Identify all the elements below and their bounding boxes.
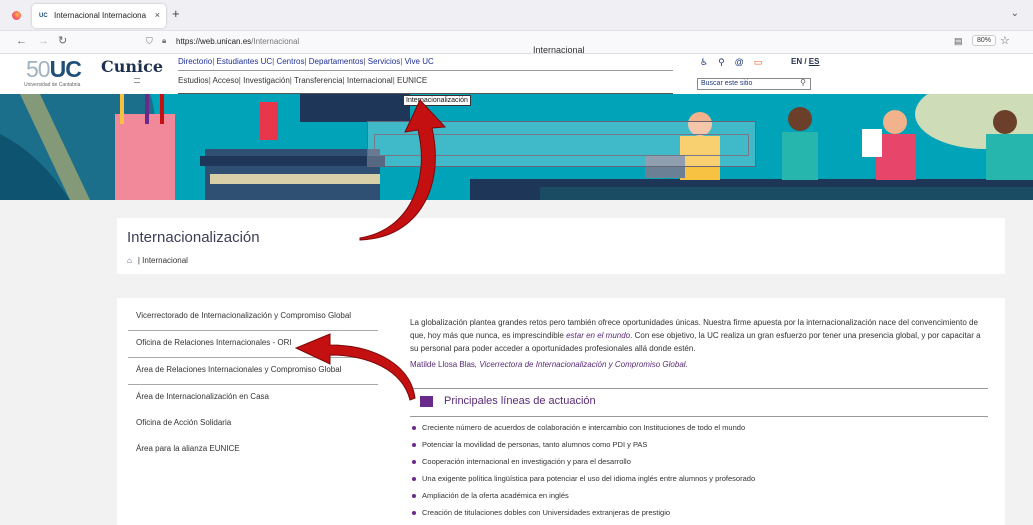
link-centros[interactable]: Centros [276, 57, 304, 66]
list-item: Cooperación internacional en investigaci… [410, 456, 990, 473]
list-item-text: Ampliación de la oferta académica en ing… [422, 491, 569, 500]
sidebar-item-eunice[interactable]: Área para la alianza EUNICE [128, 437, 378, 463]
chevron-down-icon[interactable]: ⌄ [1011, 8, 1019, 19]
browser-tab[interactable]: UC Internacional Internacionalizaci × [32, 4, 166, 28]
uc-favicon-icon: UC [39, 11, 49, 21]
nav-internacional[interactable]: Internacional [347, 76, 393, 85]
banner-title-frame [367, 121, 756, 167]
url-path: /Internacional [251, 37, 300, 46]
accessibility-icon[interactable]: ♿︎ [700, 57, 708, 67]
url-text[interactable]: https://web.unican.es/Internacional [176, 37, 299, 46]
shield-icon[interactable]: ⛉ [146, 36, 153, 47]
home-icon[interactable]: ⌂ [127, 256, 132, 265]
list-item: Creciente número de acuerdos de colabora… [410, 422, 990, 439]
list-item: Potenciar la movilidad de personas, tant… [410, 439, 990, 456]
back-icon[interactable]: ← [16, 35, 27, 47]
link-vive-uc[interactable]: Vive UC [405, 57, 434, 66]
list-item-text: Potenciar la movilidad de personas, tant… [422, 440, 648, 449]
author-role: , Vicerrectora de Internacionalización y… [474, 360, 688, 369]
lock-icon[interactable]: 🔒︎ [162, 36, 166, 46]
tooltip: Internacionalización [403, 95, 471, 106]
nav-eunice[interactable]: EUNICE [397, 76, 427, 85]
breadcrumb: ⌂ | Internacional [127, 256, 188, 265]
sidebar-item-relaciones[interactable]: Área de Relaciones Internacionales y Com… [128, 358, 378, 385]
intro-emphasis: estar en el mundo [566, 331, 631, 340]
navigation-bar: ← → ↻ ⛉ 🔒︎ https://web.unican.es/Interna… [0, 31, 1033, 54]
author-line: Matilde Llosa Blas, Vicerrectora de Inte… [410, 358, 990, 371]
intro-paragraph: La globalización plantea grandes retos p… [410, 316, 990, 355]
sidebar-item-ori[interactable]: Oficina de Relaciones Internacionales - … [128, 331, 378, 358]
bullet-icon [412, 476, 416, 481]
section-square-icon [420, 396, 433, 407]
nav-acceso[interactable]: Acceso [213, 76, 239, 85]
hero-banner [0, 94, 1033, 200]
sidebar-item-vicerrectorado[interactable]: Vicerrectorado de Internacionalización y… [128, 304, 378, 331]
content-card: Vicerrectorado de Internacionalización y… [117, 298, 1005, 525]
breadcrumb-current[interactable]: | Internacional [138, 256, 188, 265]
new-tab-button[interactable]: + [172, 7, 180, 20]
at-icon[interactable]: @ [735, 57, 744, 67]
list-item: Una exigente política lingüística para p… [410, 473, 990, 490]
site-header: 50UC Universidad de Cantabria Cunice ▬▬ ▬… [0, 54, 1033, 94]
forward-icon[interactable]: → [38, 35, 49, 47]
bullet-icon [412, 510, 416, 515]
intro-text: La globalización plantea grandes retos p… [410, 316, 990, 371]
nav-estudios[interactable]: Estudios [178, 76, 209, 85]
logo-number: 50 [26, 56, 51, 82]
close-icon[interactable]: × [155, 10, 160, 20]
list-item: Ampliación de la oferta académica en ing… [410, 490, 990, 507]
bullet-icon [412, 493, 416, 498]
logo-text: UC [49, 56, 82, 82]
search-icon[interactable]: ⚲ [800, 78, 806, 87]
zoom-level[interactable]: 80% [972, 35, 997, 46]
location-icon[interactable]: ⚲ [718, 57, 725, 67]
main-nav: Estudios| Acceso| Investigación| Transfe… [178, 76, 428, 85]
firefox-icon[interactable] [12, 11, 21, 20]
lang-es[interactable]: ES [809, 57, 820, 66]
nav-investigacion[interactable]: Investigación [243, 76, 290, 85]
reload-icon[interactable]: ↻ [58, 35, 67, 47]
cunice-logo[interactable]: Cunice [101, 59, 163, 75]
side-menu: Vicerrectorado de Internacionalización y… [128, 304, 378, 463]
list-item: Creación de titulaciones dobles con Univ… [410, 507, 990, 524]
uc-logo[interactable]: 50UC [26, 56, 82, 82]
sidebar-item-casa[interactable]: Área de Internacionalización en Casa [128, 385, 378, 411]
section-header: Principales líneas de actuación [410, 388, 988, 417]
list-item-text: Creciente número de acuerdos de colabora… [422, 423, 746, 432]
header-icons: ♿︎ ⚲ @ ▭ [700, 57, 772, 68]
search-placeholder: Buscar este sitio [701, 80, 753, 87]
link-departamentos[interactable]: Departamentos [309, 57, 364, 66]
url-host: https://web.unican.es [176, 37, 252, 46]
bullet-icon [412, 442, 416, 447]
cunice-logo-mark: ▬▬ ▬▬ [134, 76, 140, 84]
logo-subtitle: Universidad de Cantabria [24, 82, 81, 88]
top-links: Directorio| Estudiantes UC| Centros| Dep… [178, 57, 673, 71]
sidebar-item-solidaria[interactable]: Oficina de Acción Solidaria [128, 411, 378, 437]
bullet-icon [412, 425, 416, 430]
page-title: Internacionalización [127, 229, 260, 246]
list-item-text: Cooperación internacional en investigaci… [422, 457, 631, 466]
search-input[interactable]: Buscar este sitio ⚲ [697, 78, 811, 90]
link-estudiantes[interactable]: Estudiantes UC [217, 57, 273, 66]
bookmark-star-icon[interactable]: ☆ [1000, 34, 1010, 47]
link-servicios[interactable]: Servicios [368, 57, 400, 66]
bullet-list: Creciente número de acuerdos de colabora… [410, 422, 990, 524]
tab-title: Internacional Internacionalizaci [54, 11, 146, 20]
author-name[interactable]: Matilde Llosa Blas [410, 360, 475, 369]
banner-title: Internacional [533, 45, 585, 55]
section-title: Principales líneas de actuación [444, 395, 596, 407]
link-directorio[interactable]: Directorio [178, 57, 212, 66]
list-item-text: Creación de titulaciones dobles con Univ… [422, 508, 671, 517]
presentation-icon[interactable]: ▭ [754, 57, 763, 67]
lang-en[interactable]: EN [791, 57, 802, 66]
language-switch: EN / ES [791, 57, 820, 66]
list-item-text: Una exigente política lingüística para p… [422, 474, 756, 483]
nav-transferencia[interactable]: Transferencia [294, 76, 343, 85]
bullet-icon [412, 459, 416, 464]
reader-view-icon[interactable]: ▤ [954, 36, 963, 47]
tab-bar: UC Internacional Internacionalizaci × + … [0, 0, 1033, 31]
title-card: Internacionalización ⌂ | Internacional [117, 218, 1005, 274]
